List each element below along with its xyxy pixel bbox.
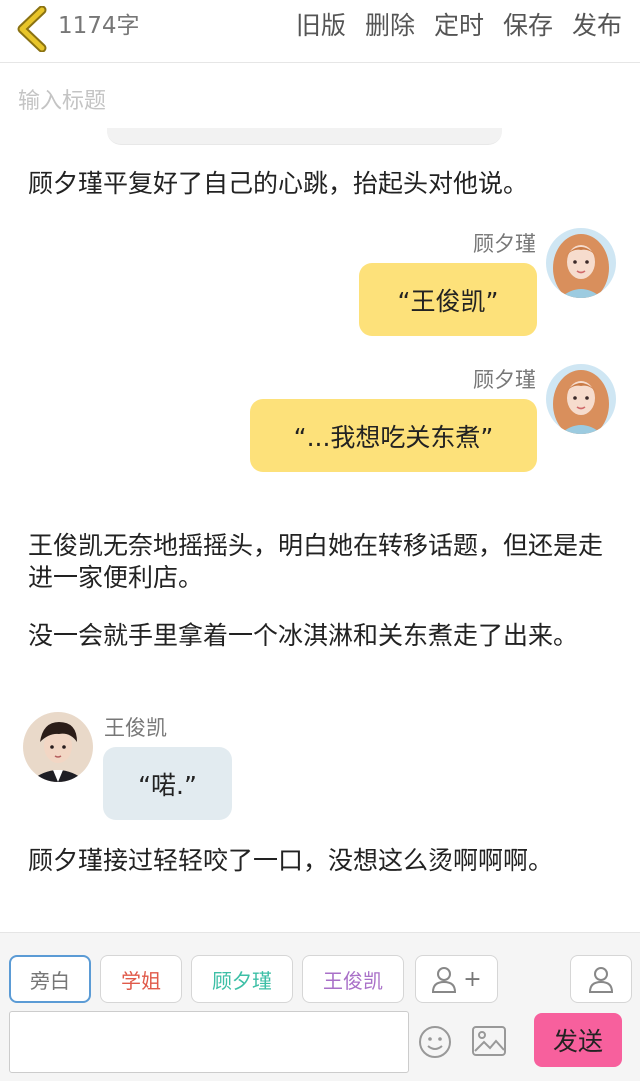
girl-avatar-icon — [546, 364, 616, 434]
boy-avatar-icon — [23, 712, 93, 782]
publish-button[interactable]: 发布 — [572, 8, 622, 44]
avatar[interactable] — [23, 712, 93, 782]
profile-button[interactable] — [570, 955, 632, 1003]
top-bar: 1174字 旧版 删除 定时 保存 发布 — [0, 0, 640, 63]
delete-button[interactable]: 删除 — [365, 8, 415, 44]
narration-paragraph: 顾夕瑾平复好了自己的心跳，抬起头对他说。 — [28, 169, 529, 198]
avatar[interactable] — [546, 228, 616, 298]
message-input[interactable] — [9, 1011, 409, 1073]
role-button-wangjunkai[interactable]: 王俊凯 — [302, 955, 404, 1003]
add-role-button[interactable]: + — [415, 955, 498, 1003]
user-add-icon — [432, 967, 457, 993]
role-button-narrator[interactable]: 旁白 — [9, 955, 91, 1003]
header-actions: 旧版 删除 定时 保存 发布 — [296, 8, 622, 44]
message-bubble[interactable]: “喏.” — [103, 747, 232, 820]
add-role-plus: + — [463, 966, 482, 992]
role-button-senior[interactable]: 学姐 — [100, 955, 182, 1003]
emoji-icon — [419, 1026, 451, 1058]
title-input[interactable] — [18, 83, 618, 119]
sender-name: 顾夕瑾 — [473, 368, 536, 392]
old-version-button[interactable]: 旧版 — [296, 8, 346, 44]
girl-avatar-icon — [546, 228, 616, 298]
narration-paragraph: 王俊凯无奈地摇摇头，明白她在转移话题，但还是走进一家便利店。 — [28, 531, 604, 592]
word-count: 1174字 — [58, 13, 140, 39]
save-button[interactable]: 保存 — [503, 8, 553, 44]
image-icon — [472, 1026, 506, 1056]
narration-paragraph: 顾夕瑾接过轻轻咬了一口，没想这么烫啊啊啊。 — [28, 846, 554, 875]
back-chevron-icon — [17, 5, 47, 53]
message-bubble[interactable]: “...我想吃关东煮” — [250, 399, 537, 472]
role-button-guxijin[interactable]: 顾夕瑾 — [191, 955, 293, 1003]
emoji-button[interactable] — [418, 1025, 452, 1063]
message-bubble[interactable]: “王俊凯” — [359, 263, 537, 336]
composer-panel: 旁白 学姐 顾夕瑾 王俊凯 + 发送 — [0, 932, 640, 1081]
narration-paragraph: 没一会就手里拿着一个冰淇淋和关东煮走了出来。 — [28, 621, 579, 650]
user-icon — [588, 967, 614, 993]
sender-name: 顾夕瑾 — [473, 232, 536, 256]
sender-name: 王俊凯 — [104, 716, 167, 740]
avatar[interactable] — [546, 364, 616, 434]
schedule-button[interactable]: 定时 — [434, 8, 484, 44]
image-button[interactable] — [472, 1026, 506, 1060]
send-button[interactable]: 发送 — [534, 1013, 622, 1067]
back-button[interactable] — [14, 5, 54, 53]
previous-bubble-partial — [107, 128, 502, 145]
